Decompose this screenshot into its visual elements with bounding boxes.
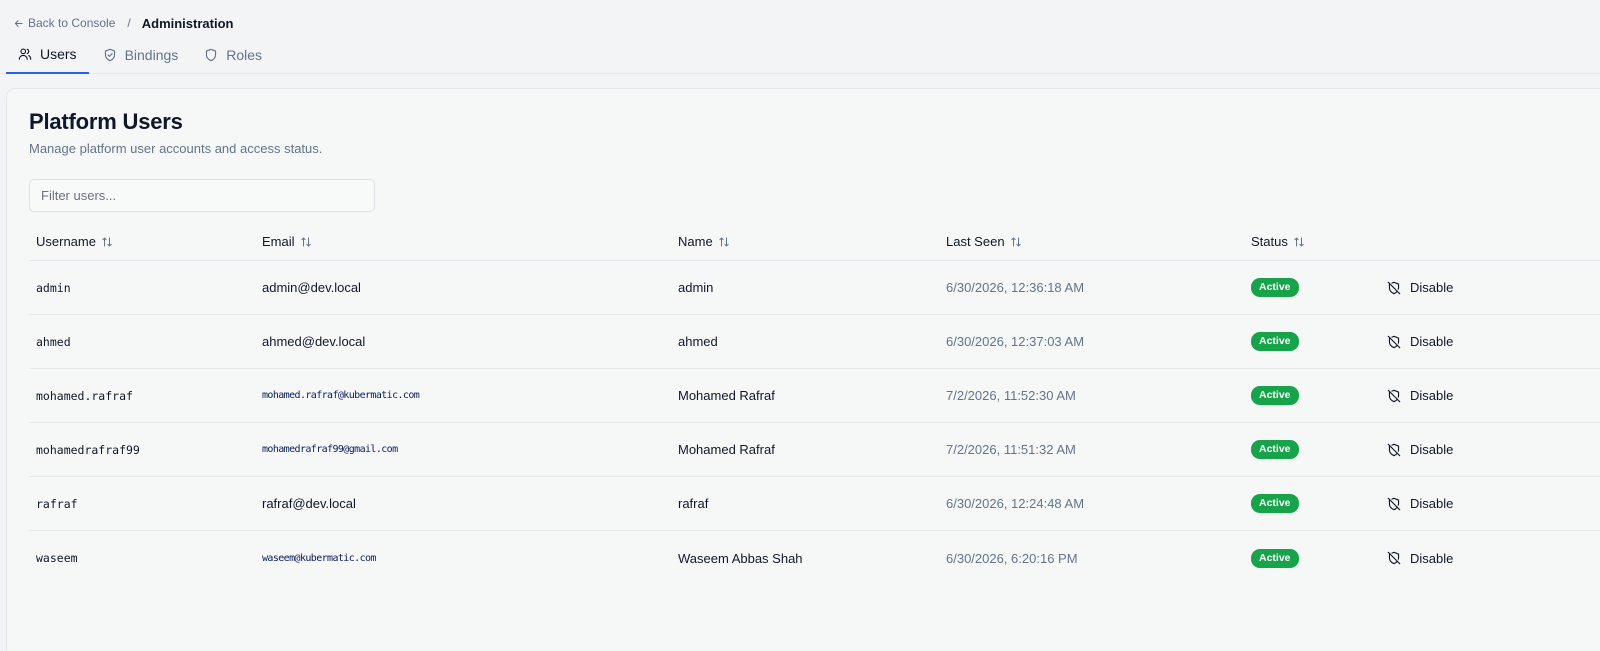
shield-off-icon	[1387, 335, 1401, 348]
cell-username: ahmed	[36, 334, 71, 349]
users-table: Username Email Name Last Seen Status adm…	[29, 223, 1600, 585]
page-subtitle: Manage platform user accounts and access…	[29, 141, 323, 156]
tab-roles[interactable]: Roles	[192, 38, 274, 72]
shield-off-icon	[1387, 389, 1401, 402]
sort-icon	[300, 237, 311, 246]
users-card: Platform Users Manage platform user acco…	[6, 88, 1600, 651]
cell-last-seen: 6/30/2026, 6:20:16 PM	[946, 550, 1078, 566]
status-badge: Active	[1251, 440, 1299, 459]
table-header: Username Email Name Last Seen Status	[29, 223, 1600, 261]
disable-user-button[interactable]: Disable	[1387, 496, 1453, 511]
cell-name: rafraf	[678, 496, 709, 511]
cell-username: waseem	[36, 551, 78, 565]
status-badge: Active	[1251, 278, 1299, 297]
users-icon	[18, 48, 32, 60]
cell-name: Mohamed Rafraf	[678, 388, 775, 403]
tab-roles-label: Roles	[226, 47, 263, 63]
disable-button-label: Disable	[1410, 442, 1454, 457]
table-row: mohamedrafraf99 mohamedrafraf99@gmail.co…	[29, 423, 1600, 477]
cell-username: mohamedrafraf99	[36, 442, 140, 457]
cell-email: mohamed.rafraf@kubermatic.com	[262, 390, 420, 401]
disable-button-label: Disable	[1410, 388, 1454, 403]
column-header-email[interactable]: Email	[262, 234, 671, 249]
sort-icon	[1294, 237, 1304, 246]
disable-user-button[interactable]: Disable	[1387, 280, 1453, 295]
status-badge: Active	[1251, 332, 1299, 351]
cell-last-seen: 6/30/2026, 12:24:48 AM	[946, 496, 1085, 511]
disable-button-label: Disable	[1410, 334, 1454, 349]
table-row: ahmed ahmed@dev.local ahmed 6/30/2026, 1…	[29, 315, 1600, 369]
arrow-left-icon	[14, 19, 23, 27]
shield-off-icon	[1387, 497, 1401, 510]
disable-user-button[interactable]: Disable	[1387, 551, 1453, 566]
column-header-status[interactable]: Status	[1251, 234, 1387, 249]
tab-bindings[interactable]: Bindings	[91, 38, 191, 72]
cell-email: admin@dev.local	[262, 280, 361, 295]
column-header-last-seen[interactable]: Last Seen	[946, 234, 1244, 249]
cell-name: Mohamed Rafraf	[678, 442, 775, 457]
cell-username: rafraf	[36, 496, 78, 511]
cell-last-seen: 7/2/2026, 11:51:32 AM	[946, 442, 1076, 457]
column-header-label: Username	[36, 234, 96, 249]
column-header-username[interactable]: Username	[36, 234, 255, 249]
tab-users-label: Users	[40, 46, 77, 62]
tab-bindings-label: Bindings	[124, 47, 179, 63]
shield-off-icon	[1387, 281, 1401, 294]
column-header-label: Name	[678, 234, 713, 249]
shield-check-icon	[104, 48, 115, 62]
cell-last-seen: 6/30/2026, 12:37:03 AM	[946, 334, 1085, 349]
cell-last-seen: 6/30/2026, 12:36:18 AM	[946, 280, 1085, 295]
cell-email: waseem@kubermatic.com	[262, 552, 376, 564]
shield-off-icon	[1387, 551, 1401, 565]
column-header-name[interactable]: Name	[678, 234, 939, 249]
sort-icon	[718, 237, 729, 246]
status-badge: Active	[1251, 494, 1299, 513]
filter-users-input[interactable]	[29, 179, 375, 212]
disable-button-label: Disable	[1410, 496, 1454, 511]
disable-button-label: Disable	[1410, 550, 1454, 566]
top-navigation: Back to Console / Administration Users B…	[0, 0, 1600, 74]
sort-icon	[102, 237, 112, 246]
status-badge: Active	[1251, 548, 1299, 568]
tab-users[interactable]: Users	[6, 38, 89, 74]
cell-email: ahmed@dev.local	[262, 334, 366, 349]
status-badge: Active	[1251, 386, 1299, 405]
disable-button-label: Disable	[1410, 280, 1454, 295]
table-row: rafraf rafraf@dev.local rafraf 6/30/2026…	[29, 477, 1600, 531]
sort-icon	[1010, 237, 1021, 246]
cell-name: admin	[678, 280, 714, 295]
cell-name: Waseem Abbas Shah	[678, 550, 803, 566]
column-header-label: Email	[262, 234, 295, 249]
column-header-label: Status	[1251, 234, 1288, 249]
cell-email: mohamedrafraf99@gmail.com	[262, 444, 398, 455]
disable-user-button[interactable]: Disable	[1387, 334, 1453, 349]
table-row: waseem waseem@kubermatic.com Waseem Abba…	[29, 531, 1600, 585]
back-link-label: Back to Console	[28, 16, 116, 30]
breadcrumb: Back to Console / Administration	[14, 15, 233, 31]
table-row: admin admin@dev.local admin 6/30/2026, 1…	[29, 261, 1600, 315]
cell-email: rafraf@dev.local	[262, 496, 356, 511]
shield-icon	[206, 48, 217, 62]
cell-last-seen: 7/2/2026, 11:52:30 AM	[946, 388, 1076, 403]
disable-user-button[interactable]: Disable	[1387, 442, 1453, 457]
admin-tabs: Users Bindings Roles	[6, 38, 274, 74]
column-header-label: Last Seen	[946, 234, 1005, 249]
cell-username: mohamed.rafraf	[36, 388, 133, 403]
back-to-console-link[interactable]: Back to Console	[14, 16, 115, 30]
cell-username: admin	[36, 280, 71, 295]
shield-off-icon	[1387, 443, 1401, 456]
table-row: mohamed.rafraf mohamed.rafraf@kubermatic…	[29, 369, 1600, 423]
disable-user-button[interactable]: Disable	[1387, 388, 1453, 403]
breadcrumb-current: Administration	[141, 15, 234, 31]
cell-name: ahmed	[678, 334, 718, 349]
page-title: Platform Users	[29, 109, 183, 134]
breadcrumb-separator: /	[127, 16, 131, 30]
